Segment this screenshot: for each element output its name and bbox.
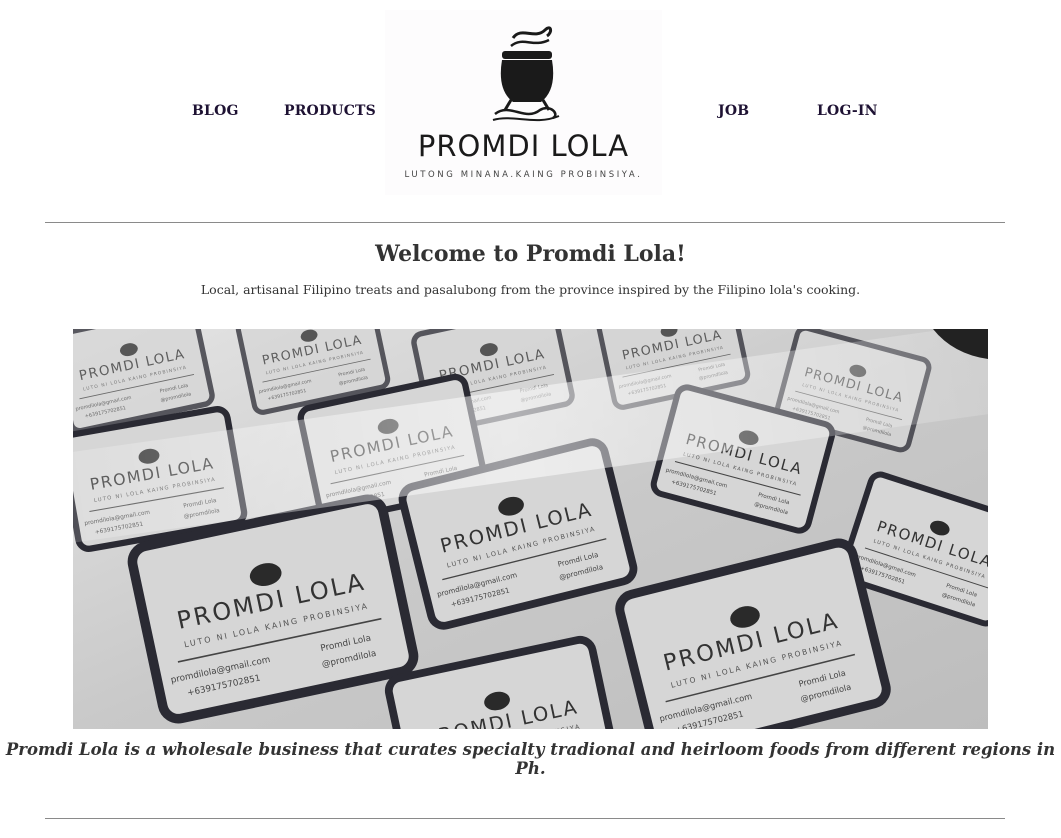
site-logo[interactable]: PROMDI LOLA LUTONG MINANA.KAING PROBINSI…	[385, 10, 662, 195]
page-title: Welcome to Promdi Lola!	[375, 241, 686, 267]
cooking-pot-icon	[492, 26, 560, 122]
divider-bottom	[45, 818, 1005, 819]
business-description: Promdi Lola is a wholesale business that…	[5, 740, 1056, 778]
logo-title: PROMDI LOLA	[417, 129, 630, 163]
page-subtitle: Local, artisanal Filipino treats and pas…	[200, 282, 861, 297]
divider-top	[45, 222, 1005, 223]
nav-blog-link[interactable]: BLOG	[192, 103, 239, 119]
site-header: BLOG PRODUCTS PROMDI LOLA LUTONG MINANA.…	[0, 0, 1061, 200]
nav-products-link[interactable]: PRODUCTS	[284, 103, 376, 119]
nav-login-link[interactable]: LOG-IN	[817, 103, 878, 119]
hero-image: PROMDI LOLA LUTO NI LOLA KAING PROBINSIY…	[73, 329, 988, 729]
logo-tagline: LUTONG MINANA.KAING PROBINSIYA.	[404, 170, 643, 180]
nav-job-link[interactable]: JOB	[718, 103, 749, 119]
